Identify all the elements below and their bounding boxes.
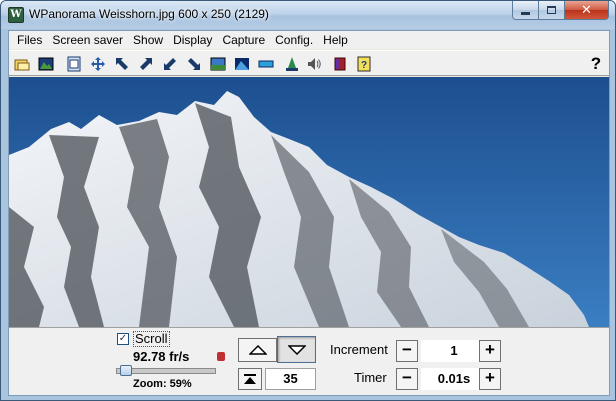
move-button[interactable] — [87, 53, 109, 75]
scroll-checkbox[interactable]: ✓ — [117, 333, 129, 345]
zoom-label: Zoom: 59% — [133, 378, 192, 390]
app-window: W WPanorama Weisshorn.jpg 600 x 250 (212… — [0, 0, 616, 401]
arrow-sw-icon — [164, 58, 176, 70]
toolbar: ? ? — [9, 50, 609, 76]
menu-files[interactable]: Files — [12, 31, 47, 49]
increment-plus-button[interactable]: + — [479, 340, 501, 362]
arrow-se-button[interactable] — [183, 53, 205, 75]
w-panorama-icon[interactable]: W — [8, 7, 24, 23]
person-panorama-icon — [286, 57, 298, 71]
title-bar[interactable]: W WPanorama Weisshorn.jpg 600 x 250 (212… — [1, 1, 615, 29]
mountain-picture — [9, 77, 609, 327]
menu-screen-saver[interactable]: Screen saver — [47, 31, 128, 49]
picture-icon — [38, 57, 54, 71]
timer-plus-button[interactable]: + — [479, 368, 501, 390]
sound-button[interactable] — [303, 53, 325, 75]
close-icon: ✕ — [581, 2, 592, 17]
menu-capture[interactable]: Capture — [217, 31, 270, 49]
increment-minus-button[interactable]: − — [396, 340, 418, 362]
go-to-top-button[interactable] — [238, 368, 262, 390]
display-mode-icon — [210, 57, 226, 71]
person-panorama-button[interactable] — [281, 53, 303, 75]
zoom-slider-thumb[interactable] — [120, 365, 132, 376]
control-panel: ✓ Scroll 92.78 fr/s Zoom: 59% 35 Increme… — [9, 327, 609, 395]
open-file-icon — [14, 59, 30, 71]
menu-show[interactable]: Show — [128, 31, 168, 49]
arrow-se-icon — [188, 58, 200, 70]
timer-value[interactable]: 0.01s — [421, 368, 487, 390]
move-icon — [91, 57, 105, 71]
arrow-nw-button[interactable] — [111, 53, 133, 75]
maximize-icon — [547, 6, 556, 14]
arrow-ne-button[interactable] — [135, 53, 157, 75]
fit-window-icon — [67, 56, 81, 72]
book-button[interactable] — [329, 53, 351, 75]
book-icon — [334, 57, 346, 71]
timer-label: Timer — [354, 370, 387, 385]
help-icon: ? — [590, 54, 602, 73]
go-to-top-icon — [244, 374, 256, 384]
minimize-icon — [521, 11, 530, 15]
panorama-image[interactable] — [9, 77, 609, 327]
landscape-icon — [235, 58, 249, 70]
window-title: WPanorama Weisshorn.jpg 600 x 250 (2129) — [29, 7, 269, 21]
triangle-up-icon — [248, 345, 267, 355]
menu-display[interactable]: Display — [168, 31, 217, 49]
display-mode-button[interactable] — [207, 53, 229, 75]
timer-minus-button[interactable]: − — [396, 368, 418, 390]
open-file-button[interactable] — [11, 53, 33, 75]
close-button[interactable]: ✕ — [565, 1, 609, 20]
scroll-label[interactable]: Scroll — [133, 331, 170, 347]
help-button[interactable]: ? — [585, 53, 607, 75]
arrow-sw-button[interactable] — [159, 53, 181, 75]
scroll-up-button[interactable] — [238, 338, 277, 362]
fit-window-button[interactable] — [63, 53, 85, 75]
maximize-button[interactable] — [539, 1, 565, 20]
sound-icon — [308, 58, 321, 70]
svg-text:?: ? — [361, 60, 367, 71]
increment-value[interactable]: 1 — [421, 340, 487, 362]
arrow-ne-icon — [140, 58, 152, 70]
window-controls: ✕ — [512, 1, 609, 21]
help-index-icon: ? — [357, 56, 371, 72]
scroll-down-button[interactable] — [277, 336, 316, 363]
minimize-button[interactable] — [512, 1, 539, 20]
menu-help[interactable]: Help — [318, 31, 353, 49]
position-value: 35 — [265, 368, 316, 390]
horizon-icon — [258, 60, 274, 68]
frame-rate: 92.78 fr/s — [133, 349, 190, 364]
picture-button[interactable] — [35, 53, 57, 75]
landscape-button[interactable] — [231, 53, 253, 75]
horizon-button[interactable] — [255, 53, 277, 75]
triangle-down-icon — [287, 344, 306, 355]
menu-config[interactable]: Config. — [270, 31, 318, 49]
speed-indicator-icon — [217, 352, 225, 361]
arrow-nw-icon — [116, 58, 128, 70]
help-index-button[interactable]: ? — [353, 53, 375, 75]
client-area: Files Screen saver Show Display Capture … — [8, 30, 610, 396]
menu-bar: Files Screen saver Show Display Capture … — [9, 31, 609, 49]
increment-label: Increment — [330, 342, 388, 357]
